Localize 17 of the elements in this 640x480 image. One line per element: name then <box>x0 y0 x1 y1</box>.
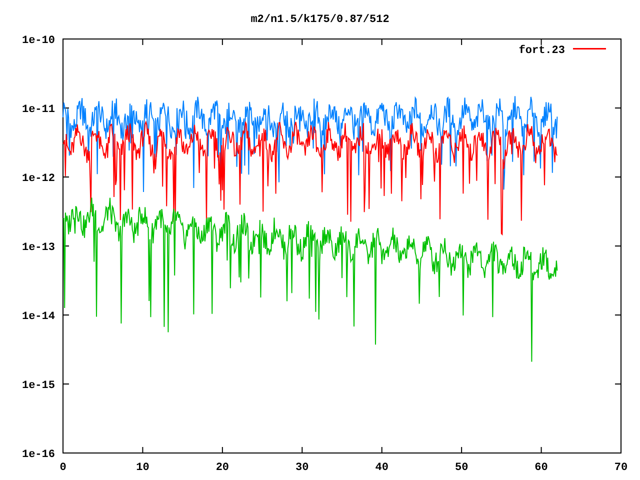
x-tick-label: 10 <box>136 462 150 474</box>
y-tick-label: 1e-15 <box>22 380 55 392</box>
y-tick-label: 1e-10 <box>22 35 55 47</box>
x-tick-label: 30 <box>296 462 309 474</box>
x-tick-label: 0 <box>60 462 66 474</box>
x-tick-label: 60 <box>534 462 548 474</box>
y-tick-label: 1e-12 <box>22 173 55 185</box>
chart-title: m2/n1.5/k175/0.87/512 <box>250 14 390 26</box>
y-tick-label: 1e-11 <box>22 104 55 116</box>
y-tick-label: 1e-13 <box>22 242 55 254</box>
x-tick-label: 40 <box>375 462 388 474</box>
x-tick-label: 50 <box>454 462 468 474</box>
y-tick-label: 1e-14 <box>22 311 55 323</box>
legend-label: fort.23 <box>518 45 565 57</box>
x-tick-label: 70 <box>614 462 628 474</box>
x-tick-label: 20 <box>216 462 230 474</box>
y-tick-label: 1e-16 <box>22 449 55 461</box>
